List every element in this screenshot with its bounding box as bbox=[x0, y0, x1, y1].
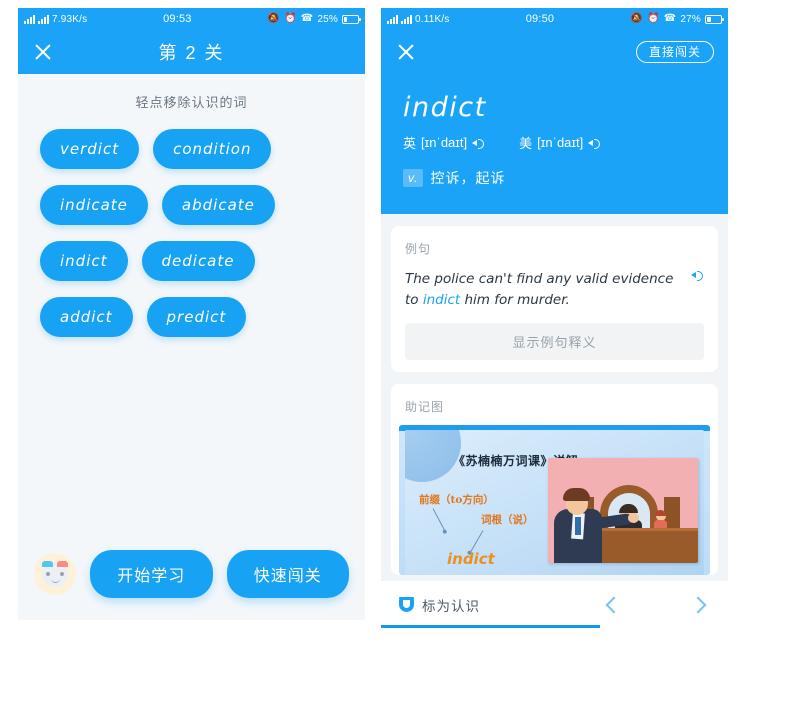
mnemonic-card: 助记图 《苏楠楠万词课》详解: 前缀（to方向） 词根（说） indict bbox=[391, 383, 718, 575]
word-bubble-grid: verdict condition indicate abdicate indi… bbox=[18, 111, 365, 337]
mute-bell-icon: 🔕 bbox=[267, 13, 281, 24]
skip-to-challenge-button[interactable]: 直接闯关 bbox=[635, 41, 714, 63]
show-translation-button[interactable]: 显示例句释义 bbox=[405, 322, 704, 360]
alarm-clock-icon: ⏰ bbox=[284, 13, 297, 24]
example-sentence-card: 例句 The police can't find any valid evide… bbox=[391, 226, 718, 372]
mnemonic-image[interactable]: 《苏楠楠万词课》详解: 前缀（to方向） 词根（说） indict bbox=[399, 424, 710, 575]
magnet-icon bbox=[399, 597, 414, 612]
bystander-hair bbox=[655, 509, 666, 516]
example-sentence-row: The police can't find any valid evidence… bbox=[405, 269, 704, 311]
annotation-word: indict bbox=[447, 549, 495, 568]
page-title: 第 2 关 bbox=[158, 43, 225, 63]
word-nav-bar: 直接闯关 bbox=[381, 30, 728, 74]
hd-call-icon: ☎ bbox=[300, 13, 314, 24]
word-bubble[interactable]: predict bbox=[146, 297, 247, 337]
status-clock: 09:53 bbox=[163, 13, 192, 25]
avatar-eye-right bbox=[60, 572, 64, 576]
battery-percent: 27% bbox=[680, 13, 701, 25]
phonetic-uk-ipa: [ɪnˈdaɪt] bbox=[421, 135, 468, 150]
chevron-left-icon[interactable] bbox=[600, 592, 626, 618]
word-bubble[interactable]: dedicate bbox=[141, 241, 255, 281]
start-study-button[interactable]: 开始学习 bbox=[90, 550, 213, 598]
word-bubble[interactable]: indict bbox=[40, 241, 128, 281]
phonetic-us: 美 [ɪnˈdaɪt] bbox=[519, 133, 601, 152]
alarm-clock-icon: ⏰ bbox=[647, 13, 660, 24]
mark-as-known-button[interactable]: 标为认识 bbox=[399, 595, 480, 615]
close-icon[interactable] bbox=[395, 41, 417, 63]
progress-bar-track bbox=[381, 625, 728, 628]
avatar-brow-right bbox=[57, 561, 68, 567]
word-header: indict 英 [ɪnˈdaɪt] 美 [ɪnˈdaɪt] v. 控诉，起诉 bbox=[381, 74, 728, 214]
signal-bars-icon bbox=[24, 14, 35, 24]
word-bottom-bar: 标为认识 bbox=[381, 580, 728, 628]
quiz-screen: 7.93K/s 09:53 🔕 ⏰ ☎ 25% 第 2 关 轻点移除认识的词 v… bbox=[18, 8, 365, 620]
network-speed: 0.11K/s bbox=[415, 13, 450, 25]
word-content-scroll[interactable]: 例句 The police can't find any valid evide… bbox=[381, 214, 728, 628]
example-sentence: The police can't find any valid evidence… bbox=[405, 269, 683, 311]
sentence-highlight: indict bbox=[422, 291, 461, 308]
speaker-icon-example[interactable] bbox=[691, 269, 704, 281]
phonetic-us-region: 美 bbox=[519, 136, 533, 151]
quiz-nav-bar: 第 2 关 bbox=[18, 30, 365, 74]
mark-as-known-label: 标为认识 bbox=[422, 598, 480, 614]
status-left-group: 7.93K/s bbox=[24, 14, 87, 25]
definition-row: v. 控诉，起诉 bbox=[403, 168, 706, 188]
leader-line-prefix bbox=[432, 508, 446, 532]
battery-icon bbox=[705, 14, 724, 24]
headword: indict bbox=[403, 92, 487, 123]
close-icon[interactable] bbox=[32, 41, 54, 63]
status-right-group: 🔕 ⏰ ☎ 25% bbox=[267, 13, 361, 25]
battery-percent: 25% bbox=[317, 13, 338, 25]
mnemonic-card-label: 助记图 bbox=[405, 399, 445, 414]
avatar-eye-left bbox=[46, 572, 50, 576]
phonetic-uk: 英 [ɪnˈdaɪt] bbox=[403, 133, 485, 152]
network-speed: 7.93K/s bbox=[52, 13, 88, 25]
status-clock: 09:50 bbox=[525, 13, 555, 25]
status-left-group: 0.11K/s bbox=[387, 14, 450, 25]
signal-bars-2-icon bbox=[401, 14, 412, 24]
speaker-icon-us[interactable] bbox=[588, 137, 601, 149]
progress-bar-fill bbox=[381, 625, 600, 628]
quiz-body: 轻点移除认识的词 verdict condition indicate abdi… bbox=[18, 74, 365, 620]
quiz-footer: 开始学习 快速闯关 bbox=[18, 550, 365, 598]
lawyer-hand bbox=[628, 512, 639, 523]
word-status-bar: 0.11K/s 09:50 🔕 ⏰ ☎ 27% bbox=[381, 8, 728, 30]
avatar-brow-left bbox=[42, 561, 53, 567]
part-of-speech-tag: v. bbox=[403, 169, 424, 187]
word-bubble[interactable]: verdict bbox=[40, 129, 140, 169]
example-card-label: 例句 bbox=[405, 242, 432, 256]
status-right-group: 🔕 ⏰ ☎ 27% bbox=[630, 13, 724, 25]
hd-call-icon: ☎ bbox=[663, 13, 677, 24]
sentence-after: him for murder. bbox=[460, 291, 570, 308]
lawyer-hair bbox=[563, 487, 590, 501]
word-bubble[interactable]: condition bbox=[153, 129, 272, 169]
quiz-status-bar: 7.93K/s 09:53 🔕 ⏰ ☎ 25% bbox=[18, 8, 365, 30]
definition-text: 控诉，起诉 bbox=[430, 170, 506, 186]
phonetics-row: 英 [ɪnˈdaɪt] 美 [ɪnˈdaɪt] bbox=[403, 133, 706, 152]
mnemonic-image-inner: 《苏楠楠万词课》详解: 前缀（to方向） 词根（说） indict bbox=[405, 429, 704, 575]
signal-bars-2-icon bbox=[38, 14, 49, 24]
courtroom-illustration bbox=[548, 457, 698, 563]
quiz-hint-text: 轻点移除认识的词 bbox=[135, 95, 248, 110]
quick-challenge-button[interactable]: 快速闯关 bbox=[226, 550, 349, 598]
battery-icon bbox=[342, 14, 361, 24]
mute-bell-icon: 🔕 bbox=[630, 13, 644, 24]
phonetic-uk-region: 英 bbox=[403, 136, 417, 151]
word-bubble[interactable]: indicate bbox=[40, 185, 148, 225]
signal-bars-icon bbox=[387, 14, 398, 24]
next-word-button[interactable] bbox=[684, 592, 710, 618]
word-bubble[interactable]: abdicate bbox=[161, 185, 275, 225]
robot-avatar-icon[interactable] bbox=[34, 553, 76, 595]
lawyer-tie bbox=[575, 516, 581, 535]
phonetic-us-ipa: [ɪnˈdaɪt] bbox=[537, 135, 584, 150]
annotation-prefix: 前缀（to方向） bbox=[419, 493, 494, 506]
prev-word-button[interactable] bbox=[600, 592, 626, 618]
speaker-icon-uk[interactable] bbox=[472, 137, 485, 149]
chevron-right-icon[interactable] bbox=[684, 592, 710, 618]
word-detail-screen: 0.11K/s 09:50 🔕 ⏰ ☎ 27% 直接闯关 indict 英 [ɪ… bbox=[381, 8, 728, 628]
word-bubble[interactable]: addict bbox=[40, 297, 133, 337]
annotation-root: 词根（说） bbox=[481, 513, 534, 526]
